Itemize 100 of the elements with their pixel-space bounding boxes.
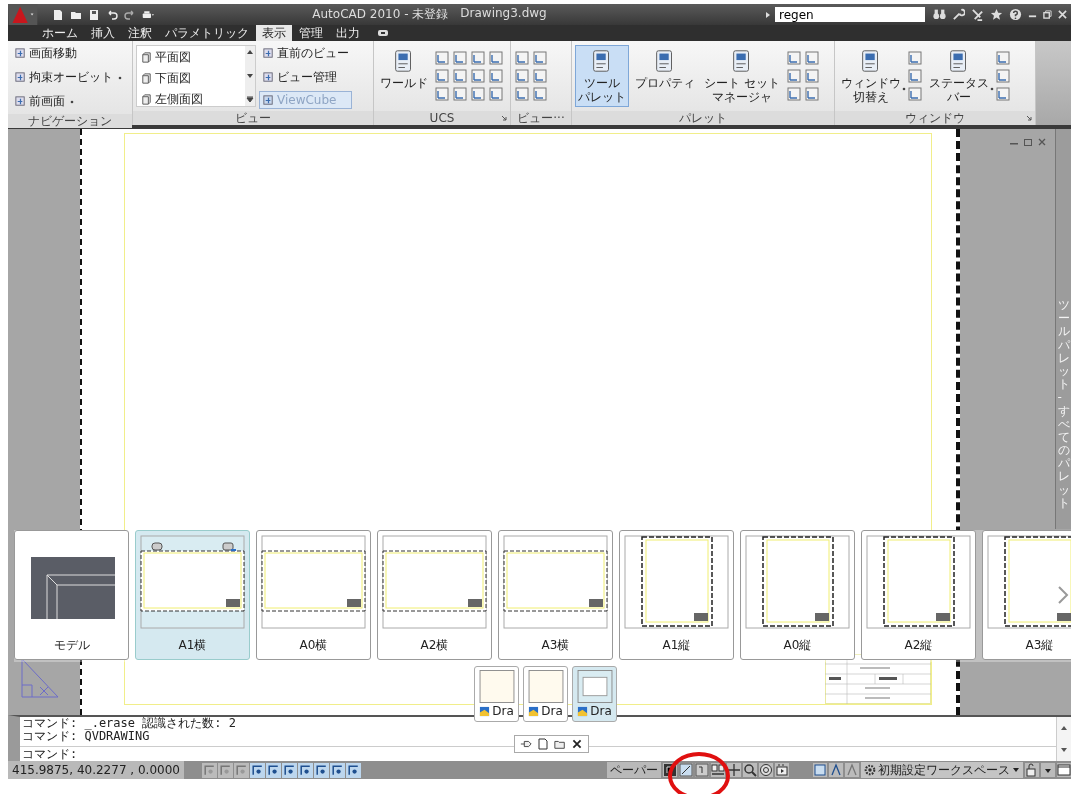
binoculars-icon[interactable]	[933, 8, 946, 21]
tool-icon[interactable]	[514, 68, 530, 84]
tool-icon[interactable]	[995, 68, 1011, 84]
ribbon-large-button[interactable]: ウィンドウ 切替え	[838, 45, 904, 107]
command-prompt[interactable]: コマンド:	[22, 747, 78, 761]
panel-launcher-icon[interactable]	[1026, 115, 1032, 121]
ribbon-large-button[interactable]: ツール パレット	[575, 45, 629, 107]
steering-wheel-icon[interactable]	[759, 763, 773, 777]
tool-icon[interactable]	[434, 86, 450, 102]
ribbon-button[interactable]: 前画面	[11, 91, 126, 112]
drafting-toggle-icon[interactable]	[329, 762, 345, 778]
pin-icon[interactable]	[520, 738, 532, 750]
ribbon-button[interactable]: ビュー管理	[259, 67, 352, 88]
drafting-toggle-icon[interactable]	[297, 762, 313, 778]
layout-thumbnail[interactable]: モデル	[14, 530, 129, 660]
tool-icon[interactable]	[785, 86, 802, 102]
ribbon-button[interactable]: 拘束オービット	[11, 67, 126, 88]
undo-icon[interactable]	[106, 8, 118, 21]
tool-icon[interactable]	[803, 50, 820, 66]
lock-icon[interactable]	[1025, 763, 1039, 777]
drawing-thumbnail[interactable]: Dra	[572, 666, 617, 722]
open-folder-icon[interactable]	[554, 738, 566, 750]
annotation-scale-icon[interactable]	[829, 763, 843, 777]
minimize-ribbon-icon[interactable]	[377, 29, 389, 37]
drafting-toggle-icon[interactable]	[281, 762, 297, 778]
tool-icon[interactable]	[785, 50, 802, 66]
tool-icon[interactable]	[995, 50, 1011, 66]
tool-icon[interactable]	[532, 86, 548, 102]
tool-icon[interactable]	[514, 86, 530, 102]
ribbon-large-button[interactable]: プロパティ	[632, 45, 698, 107]
search-expand-icon[interactable]	[765, 10, 771, 19]
tool-icon[interactable]	[514, 50, 530, 66]
expand-list-icon[interactable]	[246, 96, 254, 104]
quick-view-drawings-icon[interactable]	[711, 763, 725, 777]
star-icon[interactable]	[990, 8, 1003, 21]
scroll-down-icon[interactable]	[1060, 747, 1068, 753]
new-drawing-icon[interactable]	[537, 738, 549, 750]
tool-icon[interactable]	[452, 86, 468, 102]
tool-icon[interactable]	[470, 50, 486, 66]
tool-icon[interactable]	[907, 50, 923, 66]
ribbon-button[interactable]: 直前のビュー	[259, 43, 352, 64]
drafting-toggle-icon[interactable]	[265, 762, 281, 778]
layout-thumbnail[interactable]: A2横	[377, 530, 492, 660]
workspace-switcher[interactable]: 初期設定ワークスペース	[861, 762, 1023, 778]
view-list-item[interactable]: 平面図	[140, 49, 242, 66]
drawing-thumbnail[interactable]: Dra	[523, 666, 568, 722]
ribbon-large-button[interactable]: シート セット マネージャ	[701, 45, 783, 107]
drafting-toggle-icon[interactable]	[345, 762, 361, 778]
layout-thumbnail[interactable]: A2縦	[861, 530, 976, 660]
view-list-item[interactable]: 左側面図	[140, 91, 242, 108]
help-icon[interactable]	[1009, 8, 1022, 21]
ribbon-tab[interactable]: 出力	[330, 25, 366, 41]
tool-icon[interactable]	[470, 86, 486, 102]
layout-thumbnail[interactable]: A3横	[498, 530, 613, 660]
satellite-icon[interactable]	[971, 8, 984, 21]
caret-icon[interactable]	[1041, 763, 1055, 777]
ribbon-large-button[interactable]: ステータス バー	[926, 45, 992, 107]
search-field[interactable]: regen	[775, 7, 925, 22]
ribbon-tab[interactable]: 管理	[293, 25, 329, 41]
drawing-thumbnail[interactable]: Dra	[474, 666, 519, 722]
save-icon[interactable]	[88, 8, 100, 21]
tool-icon[interactable]	[803, 68, 820, 84]
ribbon-large-button[interactable]: ワールド	[377, 45, 431, 107]
ribbon-tab[interactable]: 表示	[256, 25, 292, 41]
ribbon-tab[interactable]: ホーム	[36, 25, 84, 41]
tool-icon[interactable]	[434, 50, 450, 66]
tool-icon[interactable]	[995, 86, 1011, 102]
ribbon-tab[interactable]: 注釈	[122, 25, 158, 41]
tool-icon[interactable]	[452, 68, 468, 84]
scroll-up-icon[interactable]	[1060, 725, 1068, 731]
ribbon-tab[interactable]: 挿入	[85, 25, 121, 41]
redo-icon[interactable]	[124, 8, 136, 21]
drafting-toggle-icon[interactable]	[201, 762, 217, 778]
drafting-toggle-icon[interactable]	[233, 762, 249, 778]
scroll-up-icon[interactable]	[246, 48, 254, 56]
showmotion-icon[interactable]	[775, 763, 789, 777]
tool-icon[interactable]	[488, 86, 504, 102]
restore-icon[interactable]	[1023, 137, 1033, 147]
drafting-toggle-icon[interactable]	[249, 762, 265, 778]
zoom-icon[interactable]	[743, 763, 757, 777]
wrench-icon[interactable]	[952, 8, 965, 21]
restore-icon[interactable]	[1043, 10, 1052, 19]
layout-icon[interactable]	[679, 763, 693, 777]
tool-icon[interactable]	[803, 86, 820, 102]
tool-icon[interactable]	[907, 86, 923, 102]
drafting-toggle-icon[interactable]	[217, 762, 233, 778]
view-list-item[interactable]: 下面図	[140, 70, 242, 87]
ribbon-tab[interactable]: パラメトリック	[159, 25, 255, 41]
tool-icon[interactable]	[907, 68, 923, 84]
tool-icon[interactable]	[488, 68, 504, 84]
panel-launcher-icon[interactable]	[501, 115, 507, 121]
drafting-toggle-icon[interactable]	[313, 762, 329, 778]
layout-thumbnail[interactable]: A1横	[135, 530, 250, 660]
tool-icon[interactable]	[434, 68, 450, 84]
tool-icon[interactable]	[488, 50, 504, 66]
new-file-icon[interactable]	[52, 8, 64, 21]
maximize-viewport-icon[interactable]	[813, 763, 827, 777]
tool-icon[interactable]	[785, 68, 802, 84]
pan-icon[interactable]	[727, 763, 741, 777]
tool-icon[interactable]	[452, 50, 468, 66]
